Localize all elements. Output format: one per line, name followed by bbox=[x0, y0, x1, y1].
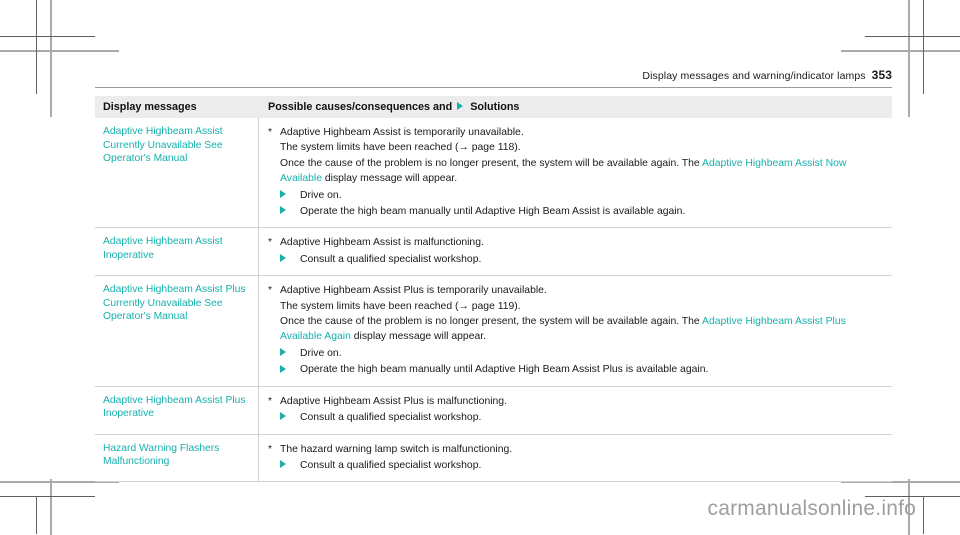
triangle-right-icon bbox=[280, 410, 300, 425]
cause-text: Adaptive Highbeam Assist is temporarily … bbox=[280, 127, 524, 138]
page-number: 353 bbox=[871, 68, 892, 82]
solution-item: Consult a qualified specialist workshop. bbox=[280, 252, 884, 267]
triangle-right-icon bbox=[280, 458, 300, 473]
cause-item: * Adaptive Highbeam Assist is malfunction… bbox=[268, 235, 884, 250]
triangle-right-icon bbox=[280, 204, 300, 219]
cause-paragraph: The system limits have been reached (→ p… bbox=[280, 140, 884, 155]
cause-item: * The hazard warning lamp switch is malfu… bbox=[268, 442, 884, 457]
triangle-right-icon bbox=[280, 346, 300, 361]
running-header-title: Display messages and warning/indicator l… bbox=[642, 70, 866, 82]
solution-item: Operate the high beam manually until Ada… bbox=[280, 204, 884, 219]
asterisk-icon: * bbox=[268, 285, 273, 297]
cause-item: * Adaptive Highbeam Assist is temporarily… bbox=[268, 125, 884, 140]
cause-text: The hazard warning lamp switch is malfun… bbox=[280, 443, 513, 455]
solution-text: Operate the high beam manually until Ada… bbox=[300, 364, 709, 376]
solution-item: Drive on. bbox=[280, 188, 884, 203]
solution-text: Operate the high beam manually until Ada… bbox=[300, 206, 686, 218]
solution-item: Consult a qualified specialist workshop. bbox=[280, 410, 884, 425]
display-message-text: Adaptive Highbeam Assist Plus Inoperativ… bbox=[95, 386, 259, 434]
solution-item: Operate the high beam manually until Ada… bbox=[280, 362, 884, 377]
running-header: Display messages and warning/indicator l… bbox=[95, 68, 892, 82]
watermark: carmanualsonline.info bbox=[707, 497, 916, 520]
causes-and-solutions-cell: * The hazard warning lamp switch is malfu… bbox=[259, 435, 892, 482]
cause-item: * Adaptive Highbeam Assist Plus is malfun… bbox=[268, 394, 884, 409]
solution-text: Consult a qualified specialist workshop. bbox=[300, 253, 482, 265]
table-row: Adaptive Highbeam Assist Plus Inoperativ… bbox=[95, 386, 892, 435]
solution-item: Drive on. bbox=[280, 346, 884, 361]
table-row: Adaptive Highbeam Assist Currently Unava… bbox=[95, 118, 892, 229]
cause-paragraph: Once the cause of the problem is no long… bbox=[280, 156, 884, 187]
paragraph-text: The system limits have been reached (→ p… bbox=[280, 142, 521, 154]
asterisk-icon: * bbox=[268, 395, 273, 407]
cause-item: * Adaptive Highbeam Assist Plus is tempor… bbox=[268, 283, 884, 298]
table-header-row: Display messages Possible causes/consequ… bbox=[95, 96, 892, 118]
causes-and-solutions-cell: * Adaptive Highbeam Assist Plus is tempor… bbox=[259, 276, 892, 385]
table-row: Adaptive Highbeam Assist Plus Currently … bbox=[95, 276, 892, 387]
cause-paragraph: The system limits have been reached (→ p… bbox=[280, 299, 884, 314]
triangle-right-icon bbox=[280, 362, 300, 377]
display-messages-table: Display messages Possible causes/consequ… bbox=[95, 96, 892, 483]
paragraph-text: Once the cause of the problem is no long… bbox=[280, 157, 703, 169]
column-header-causes-solutions: Possible causes/consequences and Solutio… bbox=[259, 101, 519, 113]
header-rule bbox=[95, 87, 892, 88]
display-message-text: Hazard Warning Flashers Malfunctioning bbox=[95, 434, 259, 482]
cause-text: Adaptive Highbeam Assist is malfunctioni… bbox=[280, 237, 484, 249]
display-message-text: Adaptive Highbeam Assist Inoperative bbox=[95, 228, 259, 276]
causes-and-solutions-cell: * Adaptive Highbeam Assist is temporarily… bbox=[259, 118, 892, 227]
cause-paragraph: Once the cause of the problem is no long… bbox=[280, 314, 884, 345]
table-row: Adaptive Highbeam Assist Inoperative * Ada… bbox=[95, 228, 892, 277]
solution-text: Drive on. bbox=[300, 189, 342, 201]
paragraph-text: display message will appear. bbox=[321, 173, 458, 185]
column-header-solutions-text: Solutions bbox=[470, 101, 520, 113]
asterisk-icon: * bbox=[268, 443, 273, 455]
column-header-causes-text: Possible causes/consequences and bbox=[268, 101, 453, 113]
cause-text: Adaptive Highbeam Assist Plus is malfunc… bbox=[280, 395, 507, 407]
asterisk-icon: * bbox=[268, 127, 273, 138]
asterisk-icon: * bbox=[268, 237, 273, 249]
triangle-right-icon bbox=[280, 252, 300, 267]
table-body: Adaptive Highbeam Assist Currently Unava… bbox=[95, 118, 892, 483]
paragraph-text: Once the cause of the problem is no long… bbox=[280, 316, 703, 328]
solution-text: Drive on. bbox=[300, 347, 342, 359]
causes-and-solutions-cell: * Adaptive Highbeam Assist is malfunction… bbox=[259, 228, 892, 275]
solution-text: Consult a qualified specialist workshop. bbox=[300, 459, 482, 471]
display-message-text: Adaptive Highbeam Assist Currently Unava… bbox=[95, 118, 259, 228]
display-message-text: Adaptive Highbeam Assist Plus Currently … bbox=[95, 276, 259, 386]
triangle-right-icon bbox=[457, 102, 464, 111]
paragraph-text: The system limits have been reached (→ p… bbox=[280, 300, 521, 312]
solution-text: Consult a qualified specialist workshop. bbox=[300, 412, 482, 424]
triangle-right-icon bbox=[280, 188, 300, 203]
paragraph-text: display message will appear. bbox=[350, 331, 487, 343]
column-header-display-messages: Display messages bbox=[103, 101, 197, 113]
cause-text: Adaptive Highbeam Assist Plus is tempora… bbox=[280, 285, 547, 297]
table-row: Hazard Warning Flashers Malfunctioning * T… bbox=[95, 434, 892, 483]
solution-item: Consult a qualified specialist workshop. bbox=[280, 458, 884, 473]
causes-and-solutions-cell: * Adaptive Highbeam Assist Plus is malfun… bbox=[259, 387, 892, 434]
